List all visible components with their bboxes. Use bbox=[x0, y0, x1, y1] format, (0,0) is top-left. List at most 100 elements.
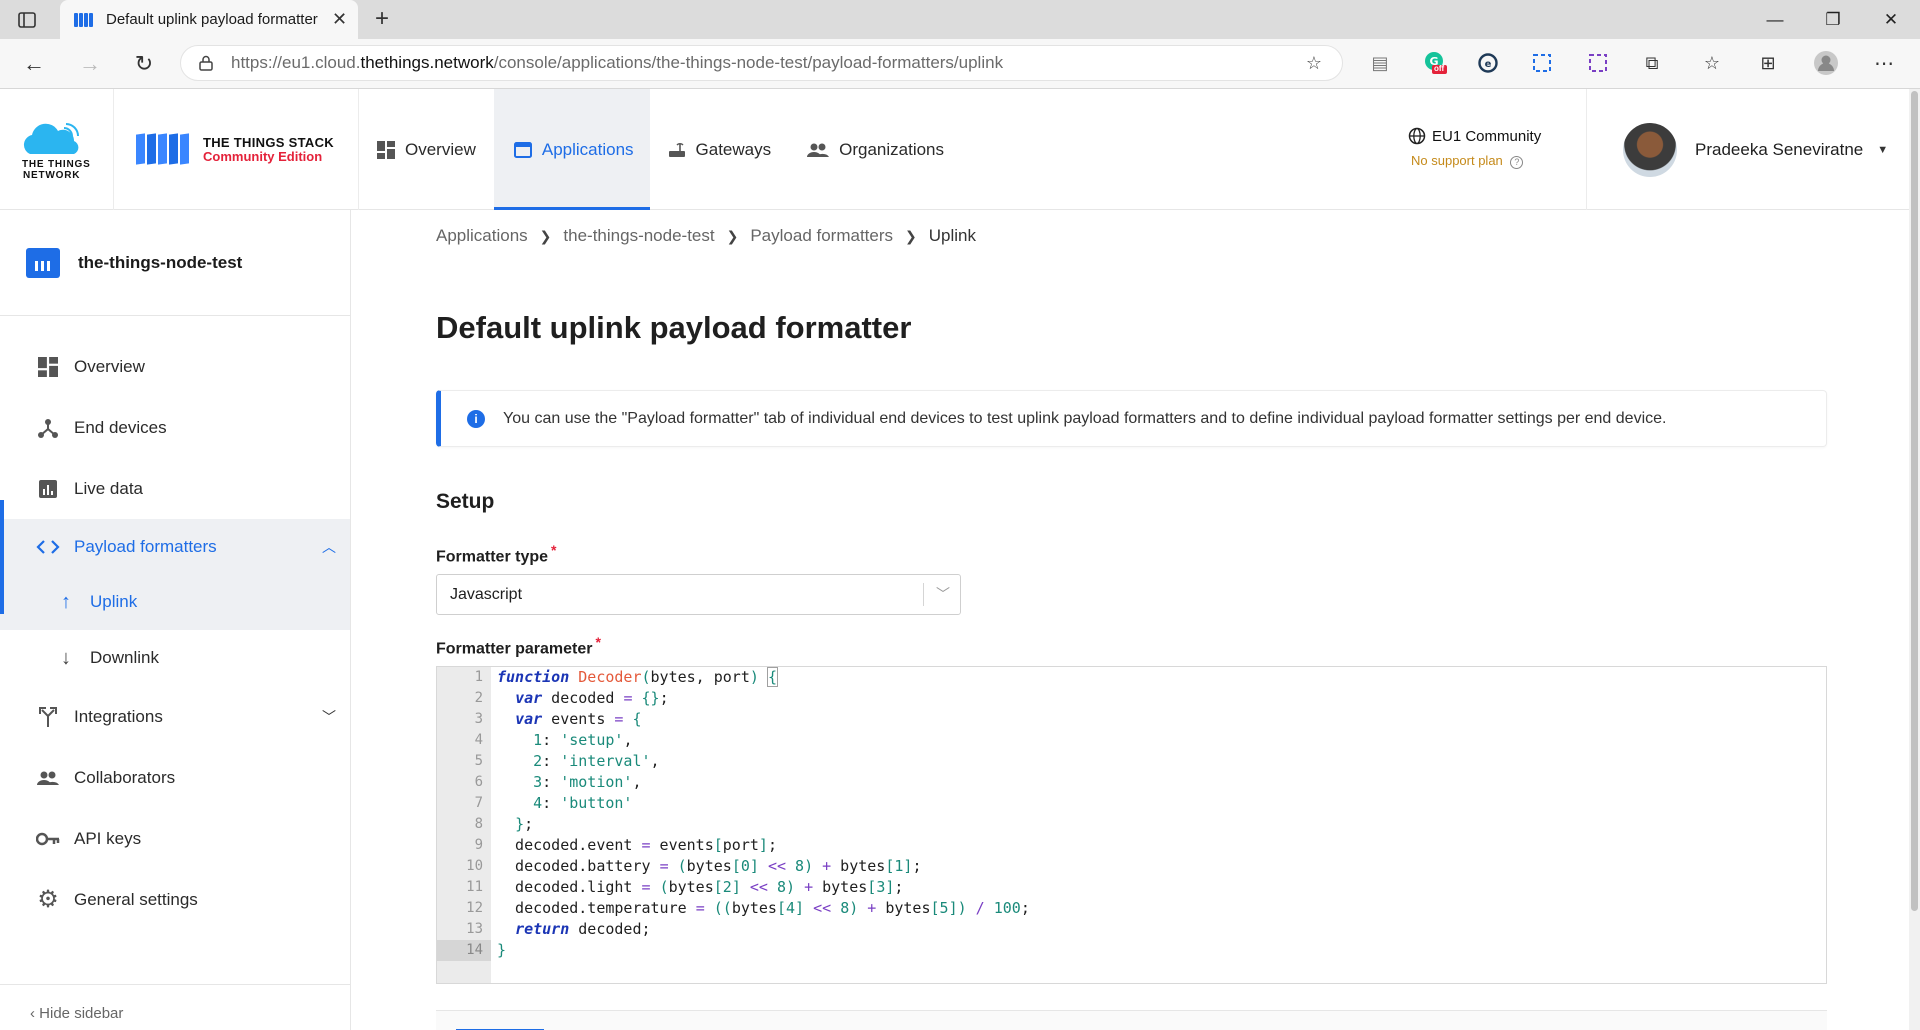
code-line[interactable]: } bbox=[497, 940, 506, 961]
lock-icon[interactable] bbox=[199, 55, 213, 71]
page-scrollbar[interactable] bbox=[1909, 89, 1920, 1030]
collections-ext-icon[interactable]: ▤ bbox=[1368, 51, 1392, 75]
formatter-type-select[interactable]: Javascript ﹀ bbox=[436, 574, 961, 615]
close-window-icon[interactable]: ✕ bbox=[1862, 0, 1920, 39]
sidebar-item-payload-formatters[interactable]: Payload formatters ︿ bbox=[0, 519, 350, 574]
code-line[interactable]: 1: 'setup', bbox=[497, 730, 632, 751]
cluster-selector[interactable]: EU1 Community No support plan ? bbox=[1408, 127, 1558, 169]
code-line[interactable]: var events = { bbox=[497, 709, 641, 730]
code-line[interactable]: decoded.light = (bytes[2] << 8) + bytes[… bbox=[497, 877, 903, 898]
devices-icon bbox=[36, 416, 60, 440]
scrollbar-thumb[interactable] bbox=[1911, 91, 1918, 911]
stack-logo-title: THE THINGS STACK bbox=[203, 135, 334, 150]
caret-down-icon: ▼ bbox=[1877, 143, 1889, 156]
address-bar[interactable]: https://eu1.cloud.thethings.network/cons… bbox=[180, 45, 1343, 81]
avatar bbox=[1623, 122, 1677, 177]
close-tab-icon[interactable]: ✕ bbox=[332, 9, 347, 30]
line-number: 2 bbox=[474, 690, 483, 706]
arrow-down-icon: ↓ bbox=[61, 646, 71, 669]
formatter-type-value: Javascript bbox=[450, 585, 523, 603]
nav-organizations-label: Organizations bbox=[839, 139, 945, 159]
nav-organizations[interactable]: Organizations bbox=[789, 89, 962, 210]
code-line[interactable]: decoded.temperature = ((bytes[4] << 8) +… bbox=[497, 898, 1030, 919]
ttn-logo-line2: NETWORK bbox=[23, 170, 81, 181]
info-notice: i You can use the "Payload formatter" ta… bbox=[436, 390, 1827, 447]
ttn-logo-line1: THE THINGS bbox=[22, 159, 91, 170]
browser-tab[interactable]: Default uplink payload formatter ✕ bbox=[60, 0, 358, 39]
breadcrumb-app[interactable]: the-things-node-test bbox=[563, 226, 714, 246]
sidebar-item-label: Uplink bbox=[90, 592, 138, 611]
ttn-logo[interactable]: THE THINGS NETWORK bbox=[0, 89, 114, 210]
code-line[interactable]: 4: 'button' bbox=[497, 793, 632, 814]
forward-icon[interactable]: → bbox=[78, 51, 102, 76]
formatter-parameter-label: Formatter parameter * bbox=[436, 634, 601, 658]
grammarly-icon[interactable]: G off bbox=[1422, 49, 1448, 75]
code-line[interactable]: decoded.event = events[port]; bbox=[497, 835, 777, 856]
screenshot-ext-icon[interactable] bbox=[1530, 51, 1554, 75]
stack-logo-edition: Community Edition bbox=[203, 149, 323, 164]
select-divider bbox=[923, 583, 924, 606]
minimize-icon[interactable]: — bbox=[1746, 0, 1804, 39]
sidebar-item-label: Live data bbox=[74, 478, 143, 498]
gear-icon: ⚙ bbox=[37, 886, 59, 913]
sidebar-item-label: API keys bbox=[74, 828, 142, 848]
chevron-right-icon: ❯ bbox=[905, 227, 917, 244]
code-icon bbox=[36, 535, 60, 559]
chevron-down-icon[interactable]: ﹀ bbox=[936, 584, 950, 604]
reload-icon[interactable]: ↻ bbox=[132, 51, 156, 76]
extensions-icon[interactable]: ⧉ bbox=[1640, 51, 1664, 75]
profile-icon[interactable] bbox=[1812, 49, 1840, 77]
add-favorite-icon[interactable]: ☆ bbox=[1306, 53, 1322, 74]
code-line[interactable]: 2: 'interval', bbox=[497, 751, 659, 772]
sidebar-item-label: Overview bbox=[74, 356, 145, 376]
collections-icon[interactable]: ⊞ bbox=[1756, 51, 1780, 75]
grid-icon bbox=[377, 140, 395, 159]
breadcrumb: Applications ❯ the-things-node-test ❯ Pa… bbox=[436, 226, 976, 246]
user-menu[interactable]: Pradeeka Seneviratne ▼ bbox=[1586, 89, 1909, 210]
sidebar-item-downlink[interactable]: ↓ Downlink bbox=[0, 630, 350, 686]
line-number: 10 bbox=[466, 858, 483, 874]
cluster-name: EU1 Community bbox=[1432, 127, 1542, 145]
code-line[interactable]: decoded.battery = (bytes[0] << 8) + byte… bbox=[497, 856, 921, 877]
line-number: 6 bbox=[474, 774, 483, 790]
sidebar-item-label: Collaborators bbox=[74, 767, 176, 787]
code-line[interactable]: var decoded = {}; bbox=[497, 688, 669, 709]
tab-actions-icon[interactable] bbox=[16, 9, 38, 31]
sidebar-item-general-settings[interactable]: ⚙ General settings bbox=[0, 869, 350, 930]
new-tab-icon[interactable]: + bbox=[370, 5, 394, 32]
code-line[interactable]: 3: 'motion', bbox=[497, 772, 641, 793]
capture-ext-icon[interactable] bbox=[1586, 51, 1610, 75]
code-line[interactable]: }; bbox=[497, 814, 533, 835]
breadcrumb-applications[interactable]: Applications bbox=[436, 226, 528, 246]
breadcrumb-payload-formatters[interactable]: Payload formatters bbox=[750, 226, 893, 246]
line-number: 7 bbox=[474, 795, 483, 811]
stack-logo[interactable]: THE THINGS STACK Community Edition bbox=[114, 89, 359, 210]
nav-applications[interactable]: Applications bbox=[493, 89, 650, 210]
line-number: 3 bbox=[474, 711, 483, 727]
sidebar-item-uplink[interactable]: ↑ Uplink bbox=[0, 574, 350, 630]
merge-icon bbox=[36, 705, 60, 729]
sidebar-item-overview[interactable]: Overview bbox=[0, 336, 350, 397]
required-marker: * bbox=[551, 542, 557, 558]
sidebar-item-integrations[interactable]: Integrations ﹀ bbox=[0, 686, 350, 747]
sidebar-item-label: End devices bbox=[74, 417, 167, 437]
people-icon bbox=[807, 143, 830, 157]
help-icon[interactable]: ? bbox=[1510, 156, 1524, 169]
back-icon[interactable]: ← bbox=[22, 51, 46, 76]
restore-icon[interactable]: ❐ bbox=[1804, 0, 1862, 39]
code-editor[interactable]: 1 2 3 4 5 6 7 8 9 10 11 12 13 14 functio… bbox=[436, 666, 1827, 984]
nav-overview[interactable]: Overview bbox=[359, 89, 494, 210]
extension-e-icon[interactable]: e bbox=[1476, 51, 1500, 75]
info-icon: i bbox=[467, 409, 485, 428]
sidebar-item-collaborators[interactable]: Collaborators bbox=[0, 747, 350, 808]
sidebar-item-end-devices[interactable]: End devices bbox=[0, 397, 350, 458]
setup-heading: Setup bbox=[436, 490, 495, 513]
nav-gateways[interactable]: Gateways bbox=[650, 89, 790, 210]
more-menu-icon[interactable]: ⋯ bbox=[1872, 51, 1896, 75]
favorites-icon[interactable]: ☆ bbox=[1700, 51, 1724, 75]
sidebar-item-api-keys[interactable]: API keys bbox=[0, 808, 350, 869]
code-line[interactable]: return decoded; bbox=[497, 919, 650, 940]
hide-sidebar-button[interactable]: ‹ Hide sidebar bbox=[30, 1005, 123, 1022]
sidebar-item-live-data[interactable]: Live data bbox=[0, 458, 350, 519]
code-line[interactable]: function Decoder(bytes, port) { bbox=[497, 667, 778, 688]
